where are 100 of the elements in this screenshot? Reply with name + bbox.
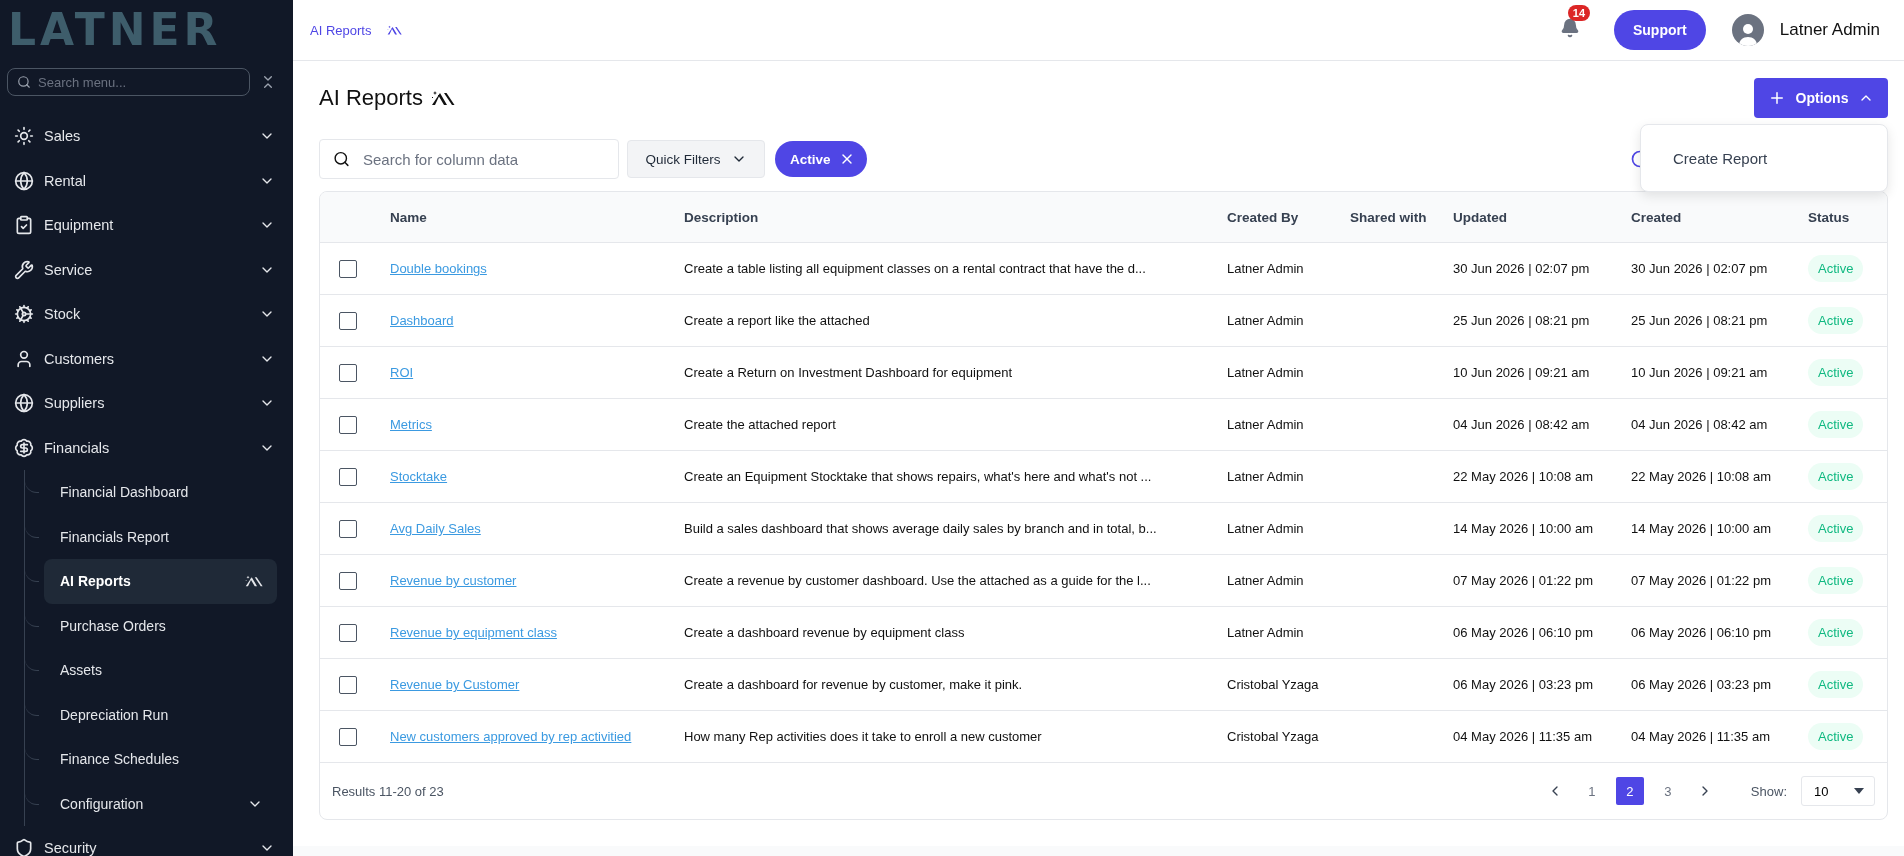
table-cell: 25 Jun 2026 | 08:21 pm (1453, 313, 1590, 328)
sidebar-item[interactable]: Security (0, 826, 293, 856)
sidebar-item[interactable]: Service (0, 247, 293, 292)
page-button[interactable]: 3 (1653, 777, 1682, 805)
table-cell: 25 Jun 2026 | 08:21 pm (1631, 313, 1768, 328)
row-checkbox[interactable] (339, 675, 357, 694)
results-count: Results 11-20 of 23 (332, 783, 444, 799)
status-badge: Active (1808, 671, 1864, 698)
page-size-select[interactable]: 10 (1801, 776, 1875, 806)
column-header: Created (1631, 209, 1683, 225)
user-icon (14, 348, 34, 369)
row-checkbox[interactable] (339, 415, 357, 434)
table-cell: Create a dashboard for revenue by customer, make it pink. (684, 677, 1023, 692)
table-cell: 30 Jun 2026 | 02:07 pm (1631, 261, 1768, 276)
table-cell: 07 May 2026 | 01:22 pm (1631, 573, 1771, 588)
table-cell: 06 May 2026 | 03:23 pm (1631, 677, 1771, 692)
status-badge: Active (1808, 619, 1864, 646)
status-badge: Active (1808, 411, 1864, 438)
search-icon (333, 150, 350, 168)
sparkle-mountain-icon (430, 90, 455, 106)
table-cell: Create a revenue by customer dashboard. Use the attached as a guide for the l... (684, 573, 1151, 588)
status-badge: Active (1808, 255, 1864, 282)
table-cell: Create a Return on Investment Dashboard for equipment (684, 365, 1013, 380)
filter-chip[interactable]: Active (775, 141, 867, 177)
status-badge: Active (1808, 567, 1864, 594)
status-badge: Active (1808, 515, 1864, 542)
table-cell: Create an Equipment Stocktake that shows repairs, what's here and what's not ... (684, 469, 1152, 484)
column-header: Updated (1453, 209, 1508, 225)
submenu-item[interactable]: Financial Dashboard (44, 470, 277, 515)
row-checkbox[interactable] (339, 519, 357, 538)
submenu-item[interactable]: Financials Report (44, 514, 277, 559)
column-header: Created By (1227, 209, 1300, 225)
page-button[interactable]: 2 (1615, 777, 1644, 805)
submenu-item[interactable]: Assets (44, 648, 277, 693)
table-cell: 10 Jun 2026 | 09:21 am (1453, 365, 1590, 380)
row-checkbox[interactable] (339, 727, 357, 746)
support-button[interactable]: Support (1613, 10, 1706, 50)
wrench-icon (14, 259, 34, 280)
show-label: Show: (1750, 783, 1787, 799)
table-cell: 07 May 2026 | 01:22 pm (1453, 573, 1593, 588)
menu-search-field[interactable]: Search menu... (7, 68, 250, 96)
submenu-item[interactable]: Purchase Orders (44, 603, 277, 648)
breadcrumb-link[interactable]: AI Reports (310, 22, 372, 38)
table-cell: Cristobal Yzaga (1227, 729, 1319, 744)
sidebar-item[interactable]: Rental (0, 158, 293, 203)
table-cell: 10 Jun 2026 | 09:21 am (1631, 365, 1768, 380)
table-cell: 04 Jun 2026 | 08:42 am (1453, 417, 1590, 432)
sidebar-item[interactable]: Financials (0, 425, 293, 470)
table-cell: Latner Admin (1227, 469, 1304, 484)
table-cell: How many Rep activities does it take to enroll a new customer (684, 729, 1042, 744)
row-checkbox[interactable] (339, 623, 357, 642)
table-cell: Latner Admin (1227, 417, 1304, 432)
table-cell: 22 May 2026 | 10:08 am (1453, 469, 1593, 484)
sidebar-item[interactable]: Suppliers (0, 381, 293, 426)
table-cell: Latner Admin (1227, 625, 1304, 640)
search-field[interactable]: Search for column data (319, 139, 619, 179)
clipboard-check-icon (14, 215, 34, 236)
status-badge: Active (1808, 723, 1864, 750)
table-cell: 06 May 2026 | 06:10 pm (1631, 625, 1771, 640)
sparkle-mountain-icon (387, 25, 403, 35)
row-checkbox[interactable] (339, 363, 357, 382)
submenu-item[interactable]: Finance Schedules (44, 737, 277, 782)
table-cell: 14 May 2026 | 10:00 am (1631, 521, 1771, 536)
table-cell: Create a report like the attached (684, 313, 870, 328)
table-cell: 14 May 2026 | 10:00 am (1453, 521, 1593, 536)
submenu-item[interactable]: Configuration (44, 781, 277, 826)
column-header: Description (684, 209, 760, 225)
row-checkbox[interactable] (339, 259, 357, 278)
sidebar-item[interactable]: Customers (0, 336, 293, 381)
logo: LATNER (8, 4, 222, 56)
submenu-item[interactable]: AI Reports (44, 559, 277, 604)
quick-filters-button[interactable]: Quick Filters (627, 140, 765, 178)
row-checkbox[interactable] (339, 467, 357, 486)
page-button[interactable]: 1 (1577, 777, 1606, 805)
search-icon (17, 75, 31, 89)
options-button[interactable]: Options (1754, 78, 1888, 118)
gear-icon (14, 304, 34, 325)
table-cell: Cristobal Yzaga (1227, 677, 1319, 692)
row-checkbox[interactable] (339, 571, 357, 590)
sidebar-item[interactable]: Stock (0, 292, 293, 337)
status-badge: Active (1808, 463, 1864, 490)
bell-icon[interactable] (1559, 18, 1580, 38)
table-cell: 04 May 2026 | 11:35 am (1453, 729, 1592, 744)
table-cell: Latner Admin (1227, 313, 1304, 328)
notification-count: 14 (1567, 5, 1591, 21)
status-badge: Active (1808, 359, 1864, 386)
submenu-item[interactable]: Depreciation Run (44, 692, 277, 737)
caret-icon (1854, 788, 1864, 794)
globe-icon (14, 170, 34, 191)
table-cell: 04 May 2026 | 11:35 am (1631, 729, 1770, 744)
menu-item[interactable]: Create Report (1673, 149, 1768, 167)
sparkle-mountain-icon (245, 575, 263, 588)
status-badge: Active (1808, 307, 1864, 334)
sidebar-item[interactable]: Equipment (0, 203, 293, 248)
row-checkbox[interactable] (339, 311, 357, 330)
avatar[interactable] (1731, 14, 1764, 46)
table-cell: 04 Jun 2026 | 08:42 am (1631, 417, 1768, 432)
shield-icon (14, 838, 34, 856)
table-cell: Build a sales dashboard that shows average daily sales by branch and in total, b... (684, 521, 1157, 536)
sidebar-item[interactable]: Sales (0, 114, 293, 159)
